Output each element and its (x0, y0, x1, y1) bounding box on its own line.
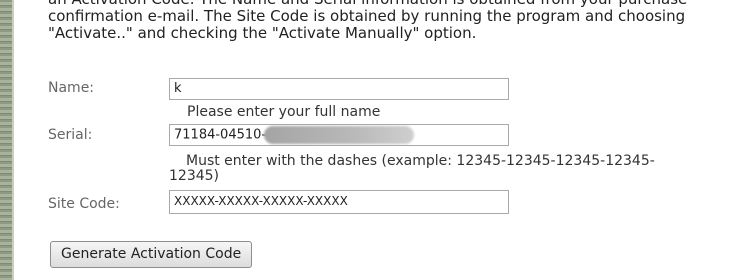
serial-hint-continued: 12345) (169, 168, 219, 184)
generate-activation-code-button[interactable]: Generate Activation Code (50, 241, 253, 268)
name-label: Name: (48, 80, 95, 96)
name-hint: Please enter your full name (187, 104, 381, 120)
left-border (0, 0, 14, 280)
instructions-line-2: confirmation e-mail. The Site Code is ob… (48, 7, 686, 25)
serial-hint: Must enter with the dashes (example: 123… (186, 153, 655, 169)
serial-hint-line-2: 12345) (169, 168, 219, 184)
instructions-line-3: "Activate.." and checking the "Activate … (48, 24, 477, 42)
site-code-input[interactable]: XXXXX-XXXXX-XXXXX-XXXXX (169, 190, 509, 214)
site-code-input-value: XXXXX-XXXXX-XXXXX-XXXXX (174, 194, 348, 208)
instructions-text: an Activation Code. The Name and Serial … (48, 0, 728, 42)
serial-hint-line-1: Must enter with the dashes (example: 123… (186, 153, 655, 169)
serial-input[interactable]: 71184-04510- (169, 124, 509, 146)
serial-redaction (264, 126, 415, 144)
name-input-value: k (174, 81, 182, 96)
site-code-label: Site Code: (48, 196, 120, 212)
name-input[interactable]: k (169, 78, 509, 100)
serial-label: Serial: (48, 127, 93, 143)
serial-input-value: 71184-04510- (174, 127, 267, 143)
